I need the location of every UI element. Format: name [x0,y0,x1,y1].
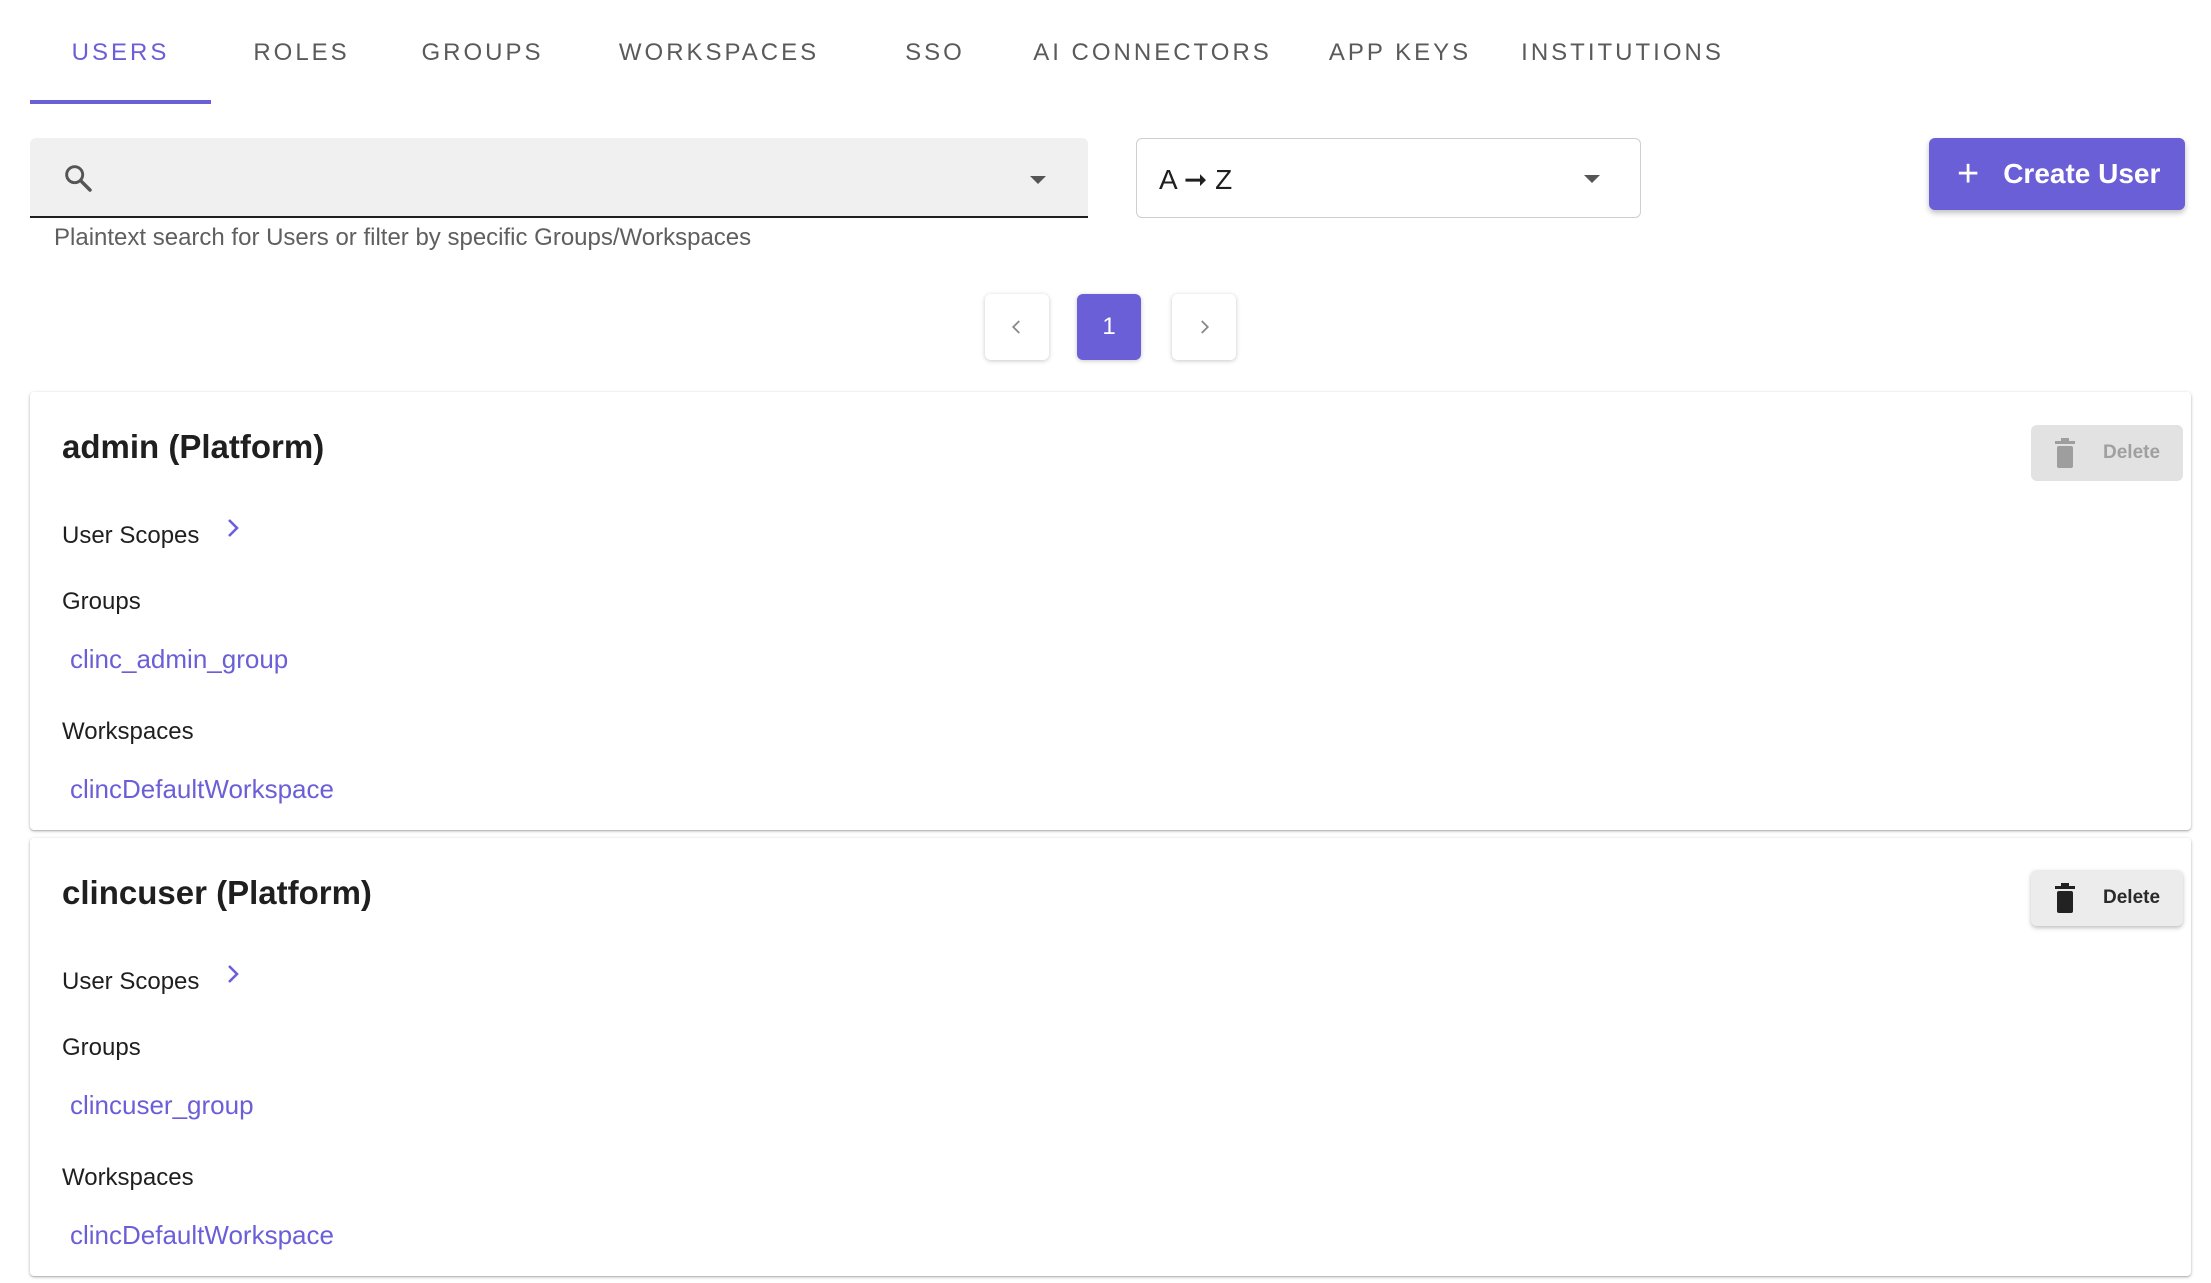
group-link[interactable]: clincuser_group [70,1090,254,1121]
chevron-left-icon [1011,320,1020,334]
tab-workspaces[interactable]: WORKSPACES [573,0,865,106]
sort-select-value: A ➞ Z [1159,164,1233,195]
search-helper-text: Plaintext search for Users or filter by … [54,224,752,251]
chevron-right-icon[interactable] [224,960,242,992]
trash-icon [2055,883,2075,913]
groups-label: Groups [62,1034,141,1061]
delete-label: Delete [2103,887,2161,908]
search-icon [62,162,94,194]
groups-label: Groups [62,588,141,615]
tab-bar: USERS ROLES GROUPS WORKSPACES SSO AI CON… [30,0,2190,106]
active-tab-indicator [30,100,211,104]
tab-sso[interactable]: SSO [865,0,1005,106]
user-title: admin (Platform) [62,428,325,465]
tab-users[interactable]: USERS [30,0,211,106]
user-scopes-label: User Scopes [62,968,200,995]
chevron-right-icon [1201,320,1210,334]
sort-select[interactable]: A ➞ Z [1136,138,1641,218]
next-page-button[interactable] [1172,294,1236,360]
delete-user-button[interactable]: Delete [2031,425,2183,481]
tab-ai-connectors[interactable]: AI CONNECTORS [1005,0,1300,106]
chevron-down-icon [1584,175,1600,183]
tab-groups[interactable]: GROUPS [392,0,573,106]
workspace-link[interactable]: clincDefaultWorkspace [70,774,334,805]
create-user-button[interactable]: + Create User [1929,138,2185,210]
user-scopes-label: User Scopes [62,522,200,549]
tab-institutions[interactable]: INSTITUTIONS [1500,0,1745,106]
user-card: clincuser (Platform) Delete User Scopes … [30,838,2191,1276]
user-card: admin (Platform) Delete User Scopes Grou… [30,392,2191,830]
search-filter-field[interactable] [30,138,1088,218]
chevron-down-icon[interactable] [1030,176,1046,184]
delete-user-button[interactable]: Delete [2031,870,2183,926]
trash-icon [2055,438,2075,468]
delete-label: Delete [2103,442,2161,463]
search-input[interactable] [120,152,1004,206]
create-user-label: Create User [2003,158,2161,189]
workspaces-label: Workspaces [62,718,194,745]
tab-app-keys[interactable]: APP KEYS [1300,0,1500,106]
workspace-link[interactable]: clincDefaultWorkspace [70,1220,334,1251]
workspaces-label: Workspaces [62,1164,194,1191]
tab-roles[interactable]: ROLES [211,0,392,106]
previous-page-button[interactable] [985,294,1049,360]
page-button-1[interactable]: 1 [1077,294,1141,360]
chevron-right-icon[interactable] [224,514,242,546]
plus-icon: + [1957,153,1980,195]
user-title: clincuser (Platform) [62,874,372,911]
group-link[interactable]: clinc_admin_group [70,644,288,675]
